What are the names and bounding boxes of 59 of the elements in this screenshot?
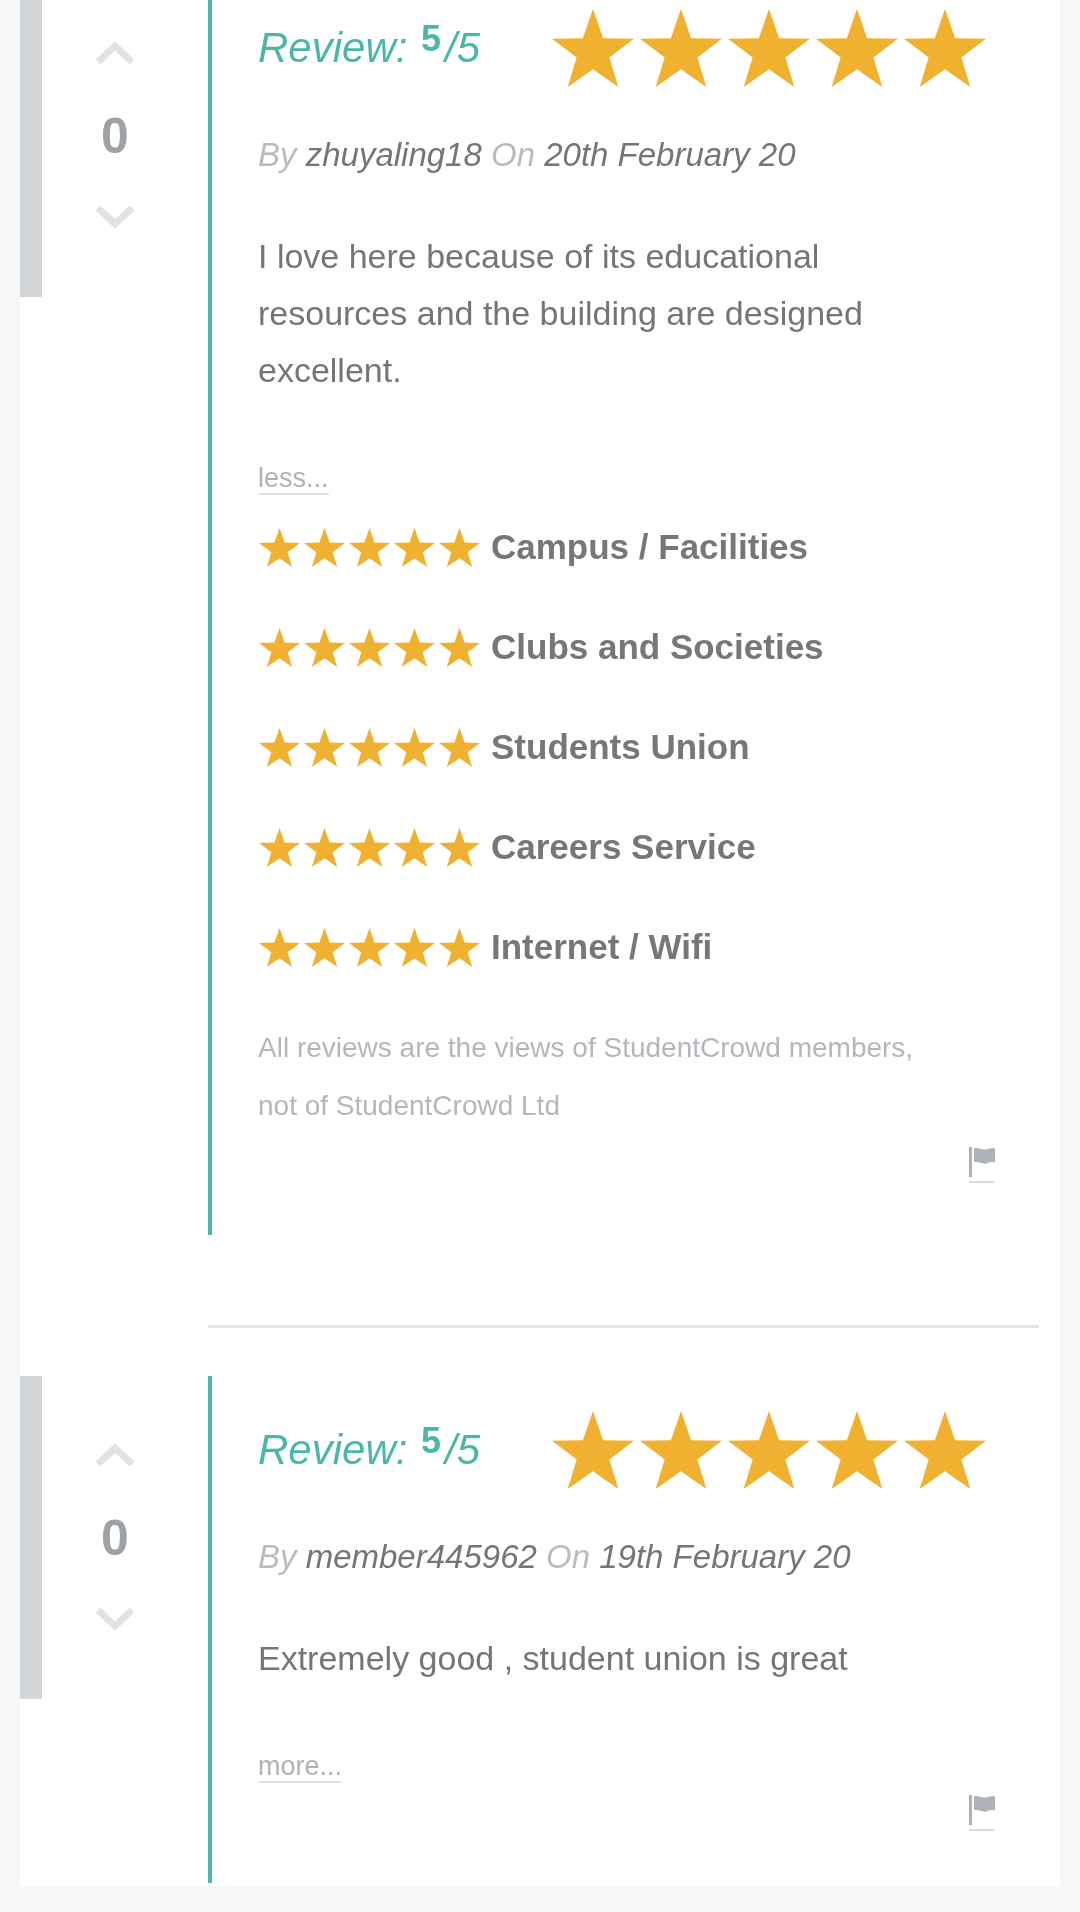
star-icon — [303, 827, 346, 867]
star-icon — [393, 527, 436, 567]
star-icon — [638, 1411, 724, 1489]
star-icon — [814, 1411, 900, 1489]
star-icon — [303, 727, 346, 767]
star-icon — [550, 9, 636, 87]
star-icon — [348, 727, 391, 767]
rating-label: Students Union — [491, 725, 750, 768]
star-icon — [438, 927, 481, 967]
review-byline: By member445962 On 19th February 20 — [258, 1537, 852, 1577]
flag-icon — [969, 1795, 995, 1825]
star-icon — [348, 827, 391, 867]
review-byline: By zhuyaling18 On 20th February 20 — [258, 135, 797, 175]
star-icon — [348, 627, 391, 667]
chevron-down-icon[interactable] — [94, 1606, 136, 1632]
vote-count: 0 — [101, 1510, 129, 1566]
star-icon — [393, 827, 436, 867]
star-icon — [726, 1411, 812, 1489]
star-icon — [550, 1411, 636, 1489]
review-text: I love here because of its educational resources and the building are designed excellent. — [258, 236, 864, 391]
star-icon — [393, 927, 436, 967]
star-icon — [258, 927, 301, 967]
rating-label: Internet / Wifi — [491, 925, 713, 968]
star-icon — [393, 627, 436, 667]
rating-label: Campus / Facilities — [491, 525, 809, 568]
star-icon — [258, 627, 301, 667]
star-icon — [902, 1411, 988, 1489]
star-icon — [303, 527, 346, 567]
chevron-up-icon[interactable] — [94, 1442, 136, 1468]
toggle-link[interactable]: more... — [258, 1751, 343, 1783]
star-icon — [902, 9, 988, 87]
review-score: Review: $^{5}$/5 — [258, 1424, 482, 1475]
flag-icon — [969, 1147, 995, 1177]
flag-button[interactable] — [969, 1795, 995, 1831]
rating-label: Careers Service — [491, 825, 756, 868]
review-score: Review: $^{5}$/5 — [258, 22, 482, 73]
star-icon — [303, 627, 346, 667]
star-icon — [258, 727, 301, 767]
star-icon — [726, 9, 812, 87]
star-icon — [638, 9, 724, 87]
star-icon — [303, 927, 346, 967]
toggle-link[interactable]: less... — [258, 463, 329, 495]
disclaimer-text: All reviews are the views of StudentCrowd members, not of StudentCrowd Ltd — [258, 1031, 915, 1123]
star-icon — [438, 527, 481, 567]
star-icon — [438, 727, 481, 767]
star-icon — [348, 527, 391, 567]
star-icon — [438, 827, 481, 867]
chevron-down-icon[interactable] — [94, 204, 136, 230]
review-text: Extremely good , student union is great — [258, 1638, 849, 1679]
star-icon — [258, 527, 301, 567]
vote-count: 0 — [101, 108, 129, 164]
rating-label: Clubs and Societies — [491, 625, 824, 668]
star-icon — [258, 827, 301, 867]
chevron-up-icon[interactable] — [94, 40, 136, 66]
star-icon — [438, 627, 481, 667]
star-icon — [393, 727, 436, 767]
star-icon — [814, 9, 900, 87]
flag-button[interactable] — [969, 1147, 995, 1183]
star-icon — [348, 927, 391, 967]
